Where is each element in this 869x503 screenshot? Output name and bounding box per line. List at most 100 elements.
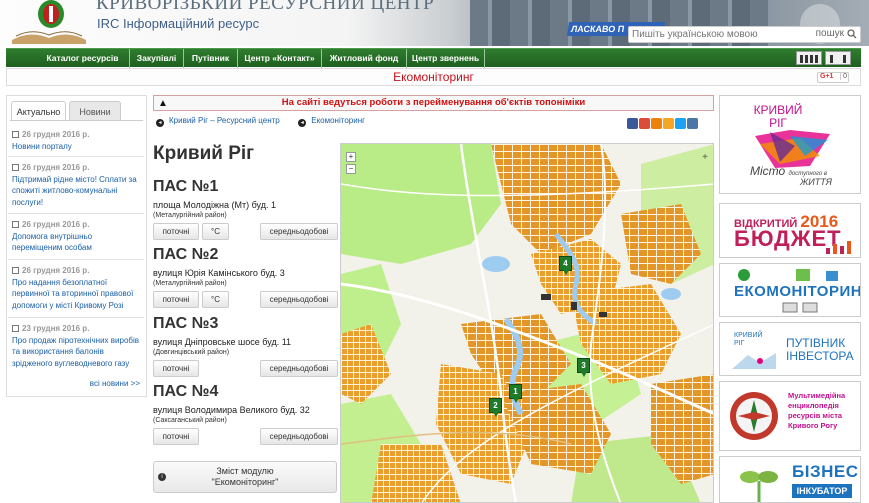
station-buttons: поточні °C середньодобові [153, 291, 339, 308]
ecomonitoring-title: ЕКОМОНІТОРИНГ [734, 283, 861, 300]
current-button[interactable]: поточні [153, 223, 199, 240]
daily-button[interactable]: середньодобові [260, 428, 338, 445]
calendar-icon [12, 131, 19, 138]
slogan-part3: ЖИТТЯ [800, 177, 832, 187]
daily-button[interactable]: середньодобові [260, 291, 338, 308]
module-line2: "Екомоніторинг" [211, 477, 279, 487]
search-icon[interactable] [847, 29, 857, 39]
nav-item-housing[interactable]: Житловий фонд [322, 49, 407, 68]
gplus-button[interactable]: G+1 0 [817, 72, 849, 83]
mail-icon[interactable] [663, 118, 674, 129]
all-news-link[interactable]: всі новини >> [90, 379, 140, 388]
city-map[interactable]: + − + 1 2 3 4 [340, 143, 714, 503]
nav-item-contact[interactable]: Центр «Контакт» [238, 49, 322, 68]
googleplus-icon[interactable] [639, 118, 650, 129]
divider [8, 259, 144, 260]
business-incubator-banner[interactable]: БІЗНЕС ІНКУБАТОР [719, 456, 861, 503]
search-button[interactable]: пошук [816, 28, 844, 39]
facebook-icon[interactable] [627, 118, 638, 129]
banner-title: КРИВОРІЗЬКИЙ РЕСУРСНИЙ ЦЕНТР [96, 0, 435, 14]
station-card: ПАС №2 вулиця Юрія Камінського буд. 3 (М… [153, 246, 339, 308]
twitter-icon[interactable] [675, 118, 686, 129]
search-input[interactable] [632, 28, 792, 41]
share-buttons [627, 116, 699, 129]
chevron-left-icon: ◂ [156, 119, 164, 127]
daily-button[interactable]: середньодобові [260, 360, 338, 377]
daily-button[interactable]: середньодобові [260, 223, 338, 240]
tab-actual[interactable]: Актуально [11, 101, 66, 121]
celsius-button[interactable]: °C [202, 223, 229, 240]
encyclopedia-banner[interactable]: Мультимедійна енциклопедія ресурсів міст… [719, 381, 861, 451]
module-contents-button[interactable]: i Зміст модулю "Екомоніторинг" [153, 461, 337, 493]
nav-item-appeals[interactable]: Центр звернень [407, 49, 485, 68]
station-name: ПАС №3 [153, 315, 219, 332]
news-date-text: 26 грудня 2016 р. [22, 130, 90, 139]
station-name: ПАС №2 [153, 246, 219, 263]
station-marker-2[interactable]: 2 [489, 398, 502, 417]
calendar-icon [12, 164, 19, 171]
budget-chart-icon [826, 241, 851, 254]
sprout-icon [740, 471, 778, 502]
news-date-text: 26 грудня 2016 р. [22, 163, 90, 172]
business-title: БІЗНЕС [792, 462, 859, 481]
station-name: ПАС №4 [153, 383, 219, 400]
site-banner: КРИВОРІЗЬКИЙ РЕСУРСНИЙ ЦЕНТР IRC Інформа… [0, 0, 869, 46]
tab-news[interactable]: Новини [69, 101, 121, 121]
zoom-out-icon[interactable]: − [346, 164, 356, 174]
ecomonitoring-icons [738, 269, 838, 281]
nav-item-catalog[interactable]: Каталог ресурсів [36, 49, 130, 68]
station-marker-1[interactable]: 1 [509, 384, 522, 403]
news-link[interactable]: Про продаж піротехнічних виробів та вико… [12, 335, 142, 370]
news-link[interactable]: Допомога внутрішньо переміщеним особам [12, 231, 142, 254]
slogan-part1: Місто [750, 164, 786, 178]
notice-banner: ▲ На сайті ведуться роботи з перейменува… [153, 95, 714, 111]
ecomonitoring-banner[interactable]: ЕКОМОНІТОРИНГ [719, 263, 861, 317]
nav-item-guide[interactable]: Путівник [184, 49, 238, 68]
tab-divider [10, 120, 143, 121]
investor-title-line2: ІНВЕСТОРА [786, 349, 854, 363]
city-logo-slogan: Місто доступного в [750, 164, 827, 178]
station-marker-4[interactable]: 4 [559, 256, 572, 275]
current-button[interactable]: поточні [153, 291, 199, 308]
investor-city-line2: РІГ [734, 340, 745, 347]
celsius-button[interactable]: °C [202, 291, 229, 308]
news-date: 26 грудня 2016 р. [12, 219, 142, 231]
news-date: 26 грудня 2016 р. [12, 129, 142, 141]
investor-city-line1: КРИВИЙ [734, 332, 763, 339]
list-item: 26 грудня 2016 р. Новини порталу [8, 129, 144, 157]
map-plus-icon[interactable]: + [702, 152, 708, 163]
station-card: ПАС №3 вулиця Дніпровське шосе буд. 11 (… [153, 315, 339, 377]
news-link[interactable]: Підтримай рідне місто! Сплати за спожиті… [12, 174, 142, 209]
news-date-text: 26 грудня 2016 р. [22, 220, 90, 229]
page-title: Екомоніторинг [6, 68, 861, 86]
nav-item-procurement[interactable]: Закупівлі [130, 49, 184, 68]
vk-icon[interactable] [687, 118, 698, 129]
news-link[interactable]: Про надання безоплатної первинної та вто… [12, 277, 142, 312]
station-district: (Металургійний район) [153, 212, 227, 219]
layout-wide-icon[interactable] [825, 51, 851, 65]
news-date-text: 23 грудня 2016 р. [22, 324, 90, 333]
divider [8, 317, 144, 318]
investor-map-icon [732, 353, 776, 369]
breadcrumb-home[interactable]: Кривий Ріг – Ресурсний центр [169, 116, 280, 125]
station-district: (Довгинцівський район) [153, 349, 230, 356]
open-budget-banner[interactable]: ВІДКРИТИЙ 2016 БЮДЖЕТ [719, 203, 861, 258]
gplus-label: G+1 [820, 73, 834, 80]
station-card: ПАС №4 вулиця Володимира Великого буд. 3… [153, 383, 339, 445]
station-district: (Саксаганський район) [153, 417, 227, 424]
news-link[interactable]: Новини порталу [12, 141, 142, 153]
info-icon: i [158, 473, 166, 481]
station-marker-3[interactable]: 3 [577, 358, 590, 377]
zoom-in-icon[interactable]: + [346, 152, 356, 162]
layout-icon[interactable] [796, 51, 822, 65]
chevron-left-icon: ◂ [298, 119, 307, 127]
station-district: (Металургійний район) [153, 280, 227, 287]
current-button[interactable]: поточні [153, 428, 199, 445]
list-item: 23 грудня 2016 р. Про продаж піротехнічн… [12, 323, 142, 369]
city-logo-banner[interactable]: КРИВИЙ РІГ Місто доступного в ЖИТТЯ [719, 95, 861, 194]
investor-guide-banner[interactable]: КРИВИЙ РІГ ПУТІВНИК ІНВЕСТОРА [719, 322, 861, 376]
breadcrumb-current[interactable]: Екомоніторинг [311, 116, 365, 125]
station-buttons: поточні середньодобові [153, 360, 339, 377]
odnoklassniki-icon[interactable] [651, 118, 662, 129]
current-button[interactable]: поточні [153, 360, 199, 377]
